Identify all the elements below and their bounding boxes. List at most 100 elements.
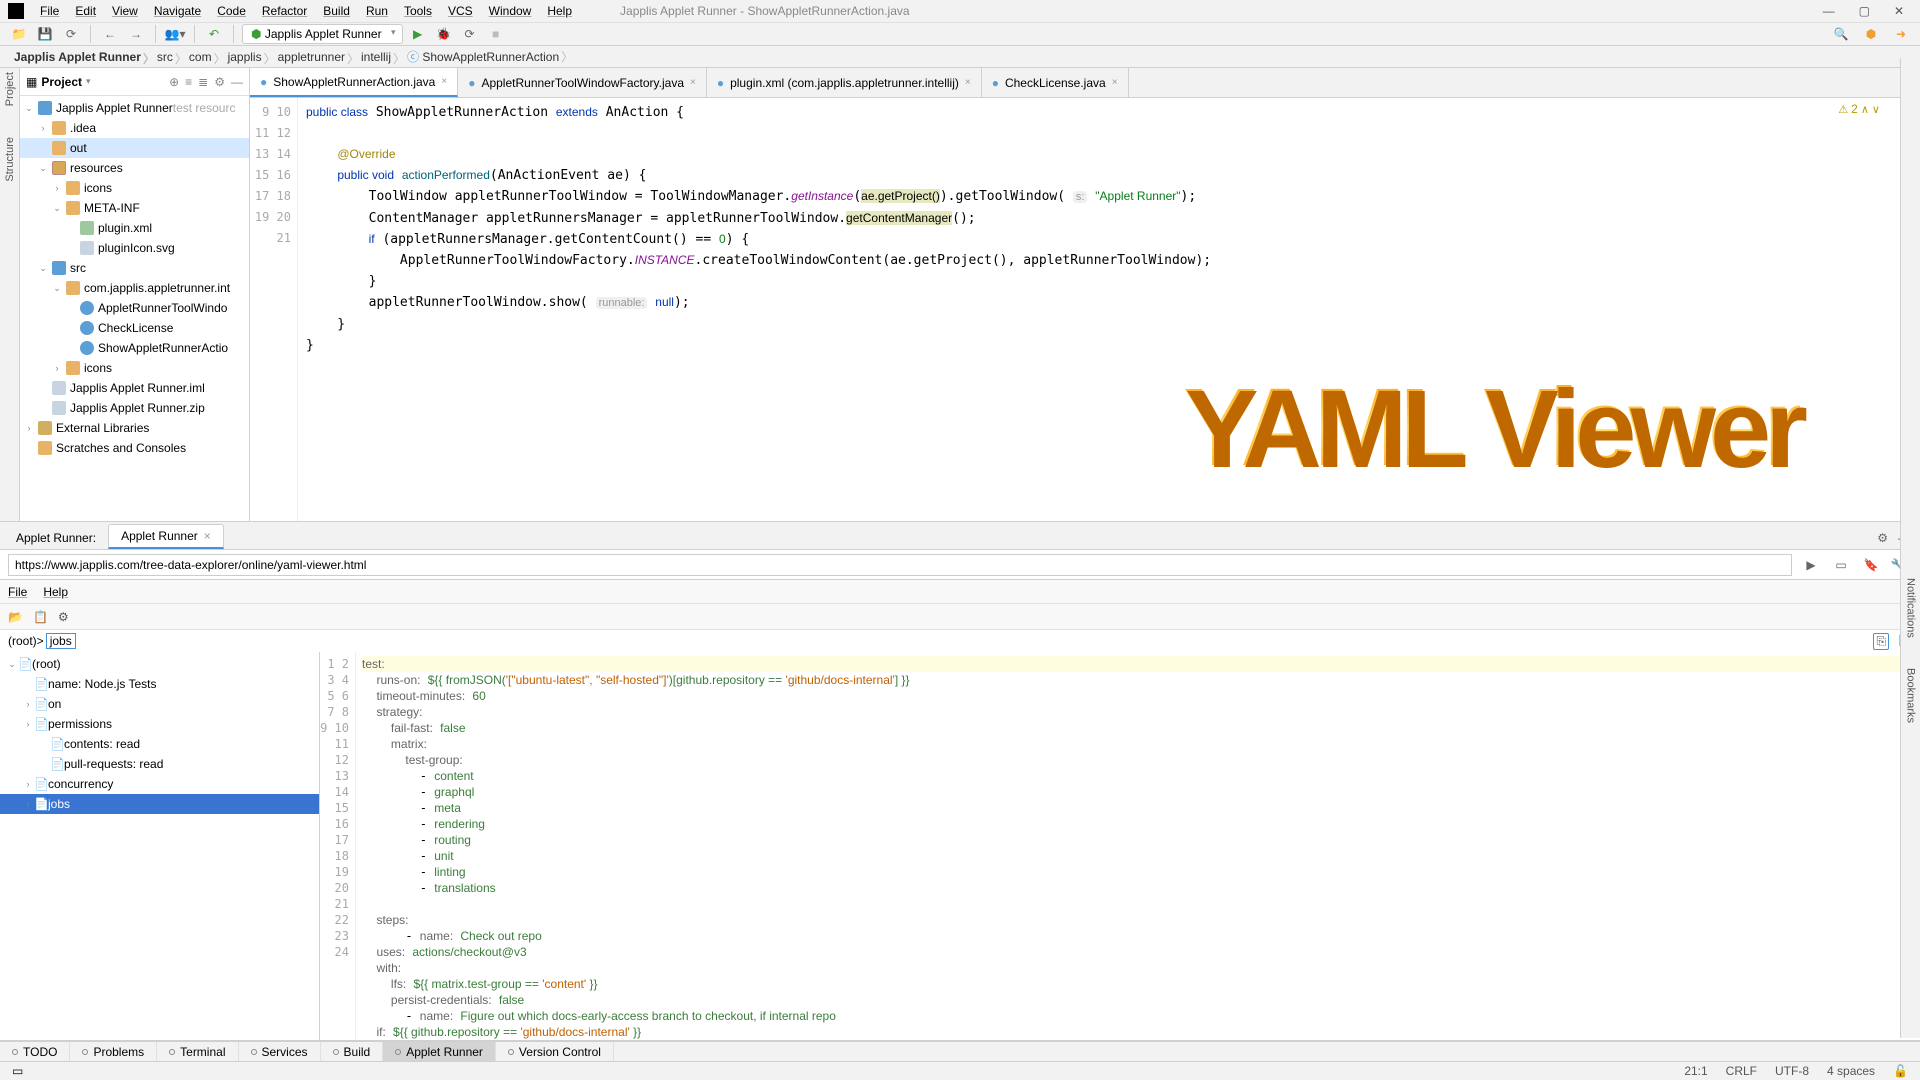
yaml-tree-row[interactable]: ›📄permissions: [0, 714, 319, 734]
crumb[interactable]: src: [151, 48, 183, 66]
maximize-icon[interactable]: ▢: [1859, 4, 1870, 18]
run-config-combo[interactable]: ⬢ Japplis Applet Runner: [242, 24, 403, 44]
warnings-badge[interactable]: ⚠ 2 ∧ ∨: [1838, 102, 1880, 116]
project-tree[interactable]: ⌄Japplis Applet Runner test resourc›.ide…: [20, 96, 249, 521]
gear-icon[interactable]: ⚙: [1877, 531, 1888, 545]
tree-row[interactable]: Japplis Applet Runner.iml: [20, 378, 249, 398]
undo-icon[interactable]: ↶: [203, 23, 225, 45]
tree-row[interactable]: ›icons: [20, 358, 249, 378]
tree-row[interactable]: Japplis Applet Runner.zip: [20, 398, 249, 418]
tree-row[interactable]: AppletRunnerToolWindo: [20, 298, 249, 318]
yaml-text[interactable]: test: runs-on: ${{ fromJSON('["ubuntu-la…: [356, 652, 1920, 1040]
yaml-tree-row[interactable]: ›📄on: [0, 694, 319, 714]
project-tool-button[interactable]: Project: [4, 72, 16, 106]
applet-tab[interactable]: Applet Runner×: [108, 524, 224, 549]
submenu-file[interactable]: File: [8, 585, 27, 599]
project-view-icon[interactable]: ▦: [26, 75, 37, 89]
close-icon[interactable]: ×: [1112, 77, 1118, 88]
menu-run[interactable]: Run: [358, 4, 396, 18]
bottom-tab[interactable]: Problems: [70, 1042, 157, 1061]
caret-position[interactable]: 21:1: [1684, 1064, 1707, 1078]
tree-row[interactable]: ⌄Japplis Applet Runner test resourc: [20, 98, 249, 118]
line-ending[interactable]: CRLF: [1726, 1064, 1757, 1078]
tree-row[interactable]: ⌄com.japplis.appletrunner.int: [20, 278, 249, 298]
menu-refactor[interactable]: Refactor: [254, 4, 315, 18]
hide-icon[interactable]: —: [231, 75, 243, 89]
encoding[interactable]: UTF-8: [1775, 1064, 1809, 1078]
bottom-tab[interactable]: Applet Runner: [383, 1042, 496, 1061]
go-icon[interactable]: ▶: [1800, 554, 1822, 576]
yaml-tree-row[interactable]: 📄contents: read: [0, 734, 319, 754]
crumb[interactable]: ⓒ ShowAppletRunnerAction: [401, 46, 569, 67]
menu-tools[interactable]: Tools: [396, 4, 440, 18]
open-icon[interactable]: 📁: [8, 23, 30, 45]
structure-tool-button[interactable]: Structure: [4, 137, 16, 182]
tree-row[interactable]: ⌄resources: [20, 158, 249, 178]
tree-row[interactable]: ›icons: [20, 178, 249, 198]
collapse-icon[interactable]: ≣: [198, 75, 208, 89]
tree-row[interactable]: ShowAppletRunnerActio: [20, 338, 249, 358]
menu-vcs[interactable]: VCS: [440, 4, 481, 18]
copy-icon[interactable]: ⎘: [1873, 633, 1889, 650]
url-input[interactable]: [8, 554, 1792, 576]
expand-icon[interactable]: ≡: [185, 75, 192, 89]
tree-row[interactable]: pluginIcon.svg: [20, 238, 249, 258]
forward-icon[interactable]: →: [125, 23, 147, 45]
tree-row[interactable]: ⌄src: [20, 258, 249, 278]
run-icon[interactable]: ▶: [407, 23, 429, 45]
yaml-tree-row[interactable]: 📄pull-requests: read: [0, 754, 319, 774]
menu-file[interactable]: File: [32, 4, 67, 18]
menu-help[interactable]: Help: [539, 4, 580, 18]
tree-row[interactable]: out: [20, 138, 249, 158]
close-icon[interactable]: ×: [965, 77, 971, 88]
status-icon[interactable]: ▭: [12, 1064, 23, 1078]
settings-icon[interactable]: ⚙: [58, 610, 69, 624]
indent[interactable]: 4 spaces: [1827, 1064, 1875, 1078]
notifications-tool-button[interactable]: Notifications: [1905, 578, 1917, 638]
menu-navigate[interactable]: Navigate: [146, 4, 209, 18]
editor-tab[interactable]: ●ShowAppletRunnerAction.java×: [250, 68, 458, 97]
avatar-icon[interactable]: 👥▾: [164, 23, 186, 45]
crumb[interactable]: intellij: [355, 48, 401, 66]
menu-window[interactable]: Window: [481, 4, 540, 18]
tree-row[interactable]: Scratches and Consoles: [20, 438, 249, 458]
back-icon[interactable]: ←: [99, 23, 121, 45]
yaml-tree[interactable]: ⌄📄(root)📄name: Node.js Tests›📄on›📄permis…: [0, 652, 320, 1040]
editor-tab[interactable]: ●AppletRunnerToolWindowFactory.java×: [458, 68, 707, 97]
bookmark-icon[interactable]: 🔖: [1860, 554, 1882, 576]
gear-icon[interactable]: ⚙: [214, 75, 225, 89]
editor-tab[interactable]: ●plugin.xml (com.japplis.appletrunner.in…: [707, 68, 982, 97]
bottom-tab[interactable]: Terminal: [157, 1042, 238, 1061]
close-icon[interactable]: ×: [690, 77, 696, 88]
bottom-tab[interactable]: TODO: [0, 1042, 70, 1061]
select-opened-icon[interactable]: ⊕: [169, 75, 179, 89]
submenu-help[interactable]: Help: [43, 585, 68, 599]
tree-row[interactable]: ⌄META-INF: [20, 198, 249, 218]
refresh-icon[interactable]: ⟳: [60, 23, 82, 45]
bottom-tab[interactable]: Services: [239, 1042, 321, 1061]
notif-icon[interactable]: ⬢: [1860, 23, 1882, 45]
stop-icon[interactable]: ■: [485, 23, 507, 45]
yaml-tree-row[interactable]: 📄name: Node.js Tests: [0, 674, 319, 694]
menu-view[interactable]: View: [104, 4, 146, 18]
crumb[interactable]: japplis: [222, 48, 272, 66]
minimize-icon[interactable]: —: [1823, 4, 1835, 18]
editor-tab[interactable]: ●CheckLicense.java×: [982, 68, 1129, 97]
crumb[interactable]: com: [183, 48, 222, 66]
menu-build[interactable]: Build: [315, 4, 358, 18]
save-icon[interactable]: 💾: [34, 23, 56, 45]
crumb[interactable]: Japplis Applet Runner: [8, 48, 151, 66]
debug-icon[interactable]: 🐞: [433, 23, 455, 45]
tree-row[interactable]: CheckLicense: [20, 318, 249, 338]
tree-row[interactable]: ›.idea: [20, 118, 249, 138]
paste-icon[interactable]: 📋: [33, 610, 48, 624]
search-icon[interactable]: 🔍: [1830, 23, 1852, 45]
tree-row[interactable]: ›External Libraries: [20, 418, 249, 438]
bottom-tab[interactable]: Build: [321, 1042, 384, 1061]
tree-row[interactable]: plugin.xml: [20, 218, 249, 238]
yaml-tree-row[interactable]: ⌄📄(root): [0, 654, 319, 674]
bottom-tab[interactable]: Version Control: [496, 1042, 614, 1061]
yaml-tree-row[interactable]: ›📄jobs: [0, 794, 319, 814]
open-folder-icon[interactable]: ▭: [1830, 554, 1852, 576]
menu-code[interactable]: Code: [209, 4, 254, 18]
